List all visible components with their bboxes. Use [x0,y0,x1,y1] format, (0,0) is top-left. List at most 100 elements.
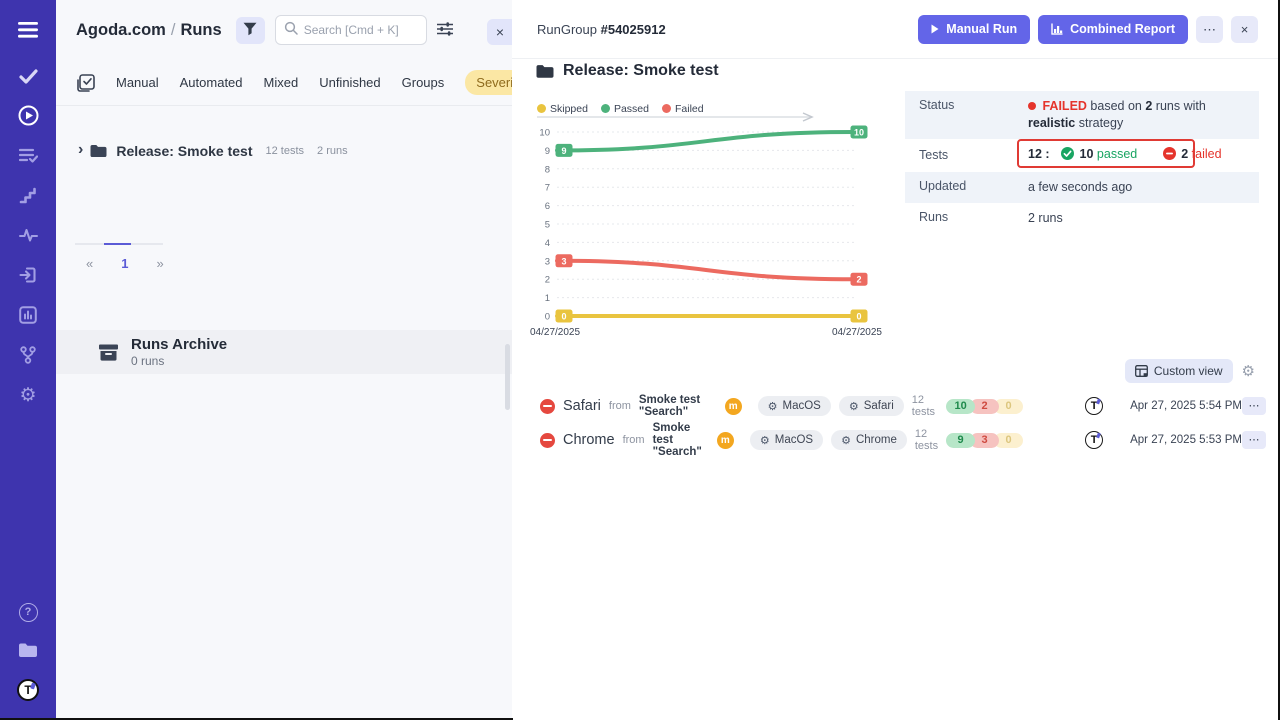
chevron-right-icon[interactable]: › [78,142,83,158]
os-pill[interactable]: ⚙MacOS [758,396,831,416]
svg-text:2: 2 [545,275,550,286]
updated-value: a few seconds ago [1028,172,1259,203]
select-all-icon[interactable] [77,74,95,92]
bar-chart-icon [1051,23,1063,35]
left-panel-close-button[interactable]: × [487,19,513,45]
more-options-button[interactable]: ⋯ [1196,16,1223,43]
svg-text:04/27/2025: 04/27/2025 [530,327,580,338]
svg-text:04/27/2025: 04/27/2025 [832,327,882,338]
tab-groups[interactable]: Groups [402,75,445,90]
runs-panel-header: Agoda.com/Runs × [56,0,512,60]
svg-text:4: 4 [545,238,550,249]
chart-legend: Skipped Passed Failed [537,99,821,118]
pulse-icon[interactable] [0,221,56,249]
status-text: strategy [1079,116,1123,130]
tab-mixed[interactable]: Mixed [264,75,299,90]
tab-unfinished[interactable]: Unfinished [319,75,380,90]
browser-pill[interactable]: ⚙Chrome [831,430,907,450]
failed-dot-icon [1028,102,1036,110]
run-row-safari[interactable]: Safari from Smoke test "Search" m ⚙MacOS… [528,391,1266,421]
checks-icon[interactable] [0,62,56,90]
os-pill[interactable]: ⚙MacOS [750,430,823,450]
search-box[interactable] [275,15,427,45]
trend-chart: Skipped Passed Failed 012345678910009103… [528,99,890,351]
custom-view-button[interactable]: Custom view [1125,359,1233,383]
runs-label: Runs [905,203,1028,234]
pagination-prev-button[interactable]: « [80,254,99,273]
passed-count-pill: 10 [946,399,975,414]
status-text: based on [1090,99,1141,113]
breadcrumb-project[interactable]: Agoda.com [76,21,166,39]
table-view-icon [1135,365,1148,377]
run-row-chrome[interactable]: Chrome from Smoke test "Search" m ⚙MacOS… [528,425,1266,455]
manual-run-button[interactable]: Manual Run [918,15,1030,44]
tests-label: Tests [905,141,1028,169]
docs-folder-icon[interactable] [0,636,56,664]
run-from-label: from [609,400,631,412]
analytics-icon[interactable] [0,301,56,329]
tests-value: 12 : 10 passed 2 failed [1028,139,1259,172]
tab-automated[interactable]: Automated [180,75,243,90]
import-icon[interactable] [0,261,56,289]
tests-passed-count: 10 [1080,147,1094,161]
test-plans-icon[interactable] [0,141,56,169]
run-more-button[interactable]: ⋯ [1242,431,1266,449]
run-name[interactable]: Chrome [563,432,615,448]
browser-pill[interactable]: ⚙Safari [839,396,904,416]
run-from-label: from [623,434,645,446]
svg-text:6: 6 [545,201,550,212]
run-more-button[interactable]: ⋯ [1242,397,1266,415]
pagination-page-1[interactable]: 1 [115,254,134,273]
breadcrumb[interactable]: Agoda.com/Runs [76,21,222,40]
list-settings-gear-icon[interactable]: ⚙ [1242,364,1255,379]
run-group-details: Status FAILED based on 2 runs with reali… [905,91,1259,233]
runs-value: 2 runs [1028,203,1259,234]
svg-text:3: 3 [545,256,550,267]
run-group-tree-item[interactable]: › Release: Smoke test 12 tests 2 runs [78,143,348,159]
gear-icon: ⚙ [841,434,851,447]
run-source[interactable]: Smoke test "Search" [639,394,717,418]
search-icon [284,21,298,40]
search-input[interactable] [304,23,414,37]
gear-icon: ⚙ [849,400,859,413]
detail-row-status: Status FAILED based on 2 runs with reali… [905,91,1259,139]
custom-view-row: Custom view ⚙ [1125,359,1255,383]
run-source[interactable]: Smoke test "Search" [653,422,709,458]
svg-text:8: 8 [545,164,550,175]
app-logo[interactable]: T [0,676,56,704]
steps-icon[interactable] [0,181,56,209]
run-row-right: 10 2 0 T Apr 27, 2025 5:54 PM ⋯ [946,397,1266,415]
help-icon[interactable]: ? [0,598,56,626]
view-settings-button[interactable] [437,21,453,40]
detail-row-tests: Tests 12 : 10 passed 2 failed [905,139,1259,172]
runs-play-icon[interactable] [0,101,56,129]
combined-report-button[interactable]: Combined Report [1038,15,1188,44]
left-panel-scrollbar[interactable] [505,344,510,410]
filter-button[interactable] [236,17,265,44]
run-group-title: Release: Smoke test [536,62,719,80]
svg-text:1: 1 [545,293,550,304]
breadcrumb-page: Runs [180,21,221,39]
tests-total: 12 [1028,147,1042,161]
menu-icon[interactable] [0,16,56,44]
run-name[interactable]: Safari [563,398,601,414]
svg-text:0: 0 [561,312,566,322]
funnel-icon [243,22,257,39]
breadcrumb-separator: / [166,21,181,39]
runs-archive-item[interactable]: Runs Archive 0 runs [56,330,512,374]
archive-count: 0 runs [131,354,227,368]
sliders-icon [437,21,453,40]
status-value: FAILED based on 2 runs with realistic st… [1028,91,1259,139]
close-detail-button[interactable]: × [1231,16,1258,43]
status-label: Status [905,91,1028,139]
pagination-next-button[interactable]: » [150,254,169,273]
settings-gear-icon[interactable]: ⚙ [0,381,56,409]
os-name: MacOS [783,400,821,412]
svg-text:9: 9 [561,146,566,156]
status-strategy: realistic [1028,116,1075,130]
folder-icon [536,64,554,79]
svg-text:5: 5 [545,220,550,231]
tab-manual[interactable]: Manual [116,75,159,90]
runs-filter-tabs: Manual Automated Mixed Unfinished Groups… [56,60,512,106]
branches-icon[interactable] [0,341,56,369]
